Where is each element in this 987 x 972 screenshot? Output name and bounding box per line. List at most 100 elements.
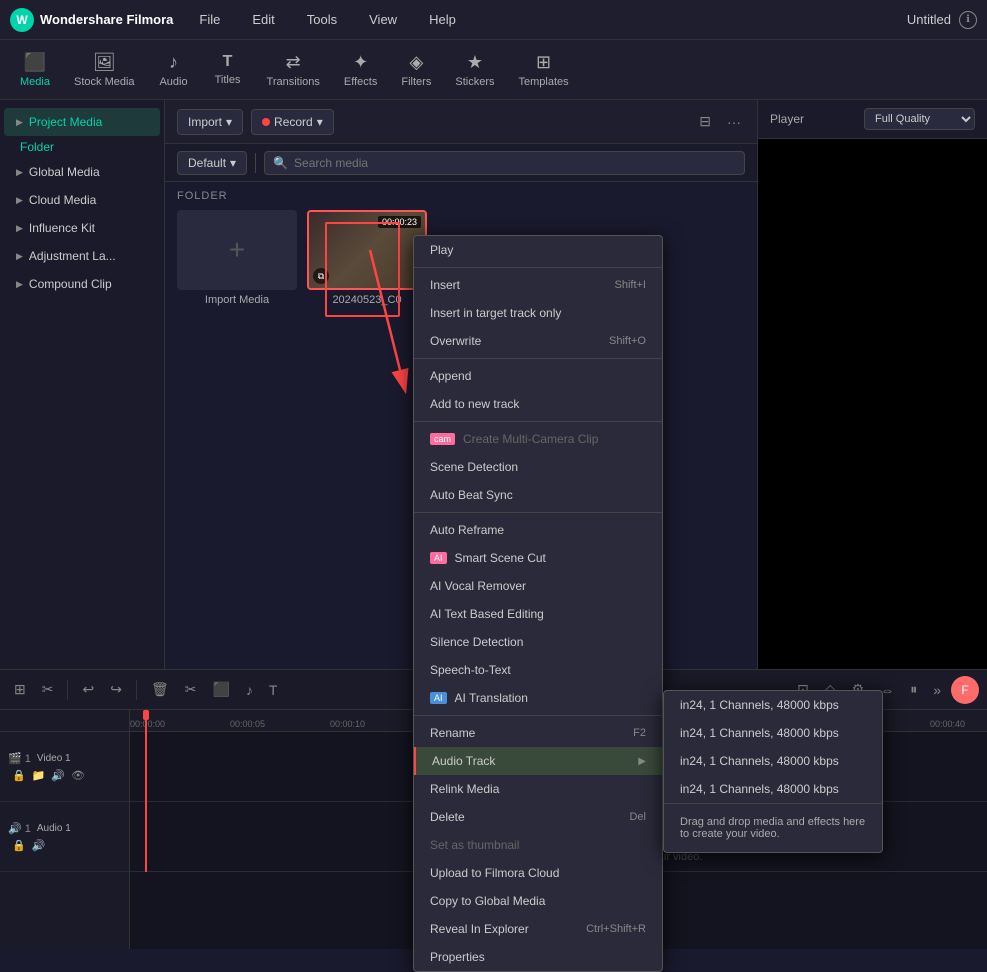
tl-crop-icon[interactable]: ⬛	[206, 677, 235, 702]
sidebar-item-compound-clip[interactable]: ▶ Compound Clip	[4, 270, 160, 298]
toolbar-stickers[interactable]: ★ Stickers	[445, 46, 504, 94]
filter-icon[interactable]: ⊟	[695, 109, 715, 134]
info-icon[interactable]: ℹ	[959, 11, 977, 29]
toolbar-titles[interactable]: T Titles	[203, 47, 253, 92]
menu-file[interactable]: File	[193, 8, 226, 31]
ctx-delete[interactable]: Delete Del	[414, 803, 662, 831]
record-button[interactable]: Record ▾	[251, 109, 334, 135]
ctx-scene-detection-label: Scene Detection	[430, 460, 518, 474]
tl-delete-icon[interactable]: 🗑	[145, 677, 175, 702]
menu-tools[interactable]: Tools	[301, 8, 343, 31]
tl-cut-icon[interactable]: ✂	[179, 677, 203, 702]
submenu-item-3[interactable]: in24, 1 Channels, 48000 kbps	[664, 775, 882, 803]
ctx-upload-cloud[interactable]: Upload to Filmora Cloud	[414, 859, 662, 887]
tl-redo-icon[interactable]: ↪	[104, 677, 128, 702]
ctx-create-multicam: cam Create Multi-Camera Clip	[414, 425, 662, 453]
sidebar-folder-item[interactable]: Folder	[0, 136, 164, 158]
more-options-icon[interactable]: ···	[723, 110, 745, 134]
tl-text-icon[interactable]: T	[263, 678, 284, 702]
audio-track-submenu: in24, 1 Channels, 48000 kbps in24, 1 Cha…	[663, 690, 883, 853]
menu-view[interactable]: View	[363, 8, 403, 31]
import-media-item[interactable]: + Import Media	[177, 210, 297, 306]
toolbar-templates[interactable]: ⊞ Templates	[508, 46, 578, 94]
toolbar-transitions[interactable]: ⇄ Transitions	[257, 46, 330, 94]
ctx-silence-detection-label: Silence Detection	[430, 635, 523, 649]
toolbar-titles-label: Titles	[215, 74, 241, 86]
ctx-ai-text-editing[interactable]: AI Text Based Editing	[414, 600, 662, 628]
sidebar-item-cloud-media[interactable]: ▶ Cloud Media	[4, 186, 160, 214]
ctx-blue-badge: AI	[430, 692, 447, 704]
sidebar-item-global-media[interactable]: ▶ Global Media	[4, 158, 160, 186]
sidebar-item-influence-kit[interactable]: ▶ Influence Kit	[4, 214, 160, 242]
ctx-append[interactable]: Append	[414, 362, 662, 390]
search-input[interactable]	[294, 156, 736, 170]
video-track-volume-icon[interactable]: 🔊	[51, 769, 65, 782]
quality-select[interactable]: Full Quality High Quality Medium Quality…	[864, 108, 975, 130]
submenu-item-1[interactable]: in24, 1 Channels, 48000 kbps	[664, 719, 882, 747]
templates-icon: ⊞	[536, 52, 551, 73]
video-track-controls: 🔒 📁 🔊 👁	[8, 769, 85, 782]
ctx-set-thumbnail-label: Set as thumbnail	[430, 838, 519, 852]
ctx-smart-scene-cut[interactable]: AI Smart Scene Cut	[414, 544, 662, 572]
ruler-40: 00:00:40	[930, 719, 965, 729]
tl-trim-icon[interactable]: ✂	[36, 677, 60, 702]
sidebar-item-adjustment-layer-label: Adjustment La...	[29, 249, 116, 263]
ctx-copy-global[interactable]: Copy to Global Media	[414, 887, 662, 915]
ctx-properties[interactable]: Properties	[414, 943, 662, 971]
sidebar-item-project-media[interactable]: ▶ Project Media	[4, 108, 160, 136]
ctx-ai-vocal-remover[interactable]: AI Vocal Remover	[414, 572, 662, 600]
ctx-silence-detection[interactable]: Silence Detection	[414, 628, 662, 656]
app-logo-icon: W	[10, 8, 34, 32]
submenu-item-0[interactable]: in24, 1 Channels, 48000 kbps	[664, 691, 882, 719]
toolbar-transitions-label: Transitions	[267, 76, 320, 88]
ctx-auto-reframe[interactable]: Auto Reframe	[414, 516, 662, 544]
toolbar-effects[interactable]: ✦ Effects	[334, 46, 387, 94]
project-name: Untitled	[907, 12, 951, 27]
audio-track-lock-icon[interactable]: 🔒	[12, 839, 26, 852]
tl-pause-icon[interactable]: ⏸	[904, 677, 923, 702]
stock-media-icon: 🖼	[93, 52, 116, 73]
transitions-icon: ⇄	[286, 52, 301, 73]
user-avatar[interactable]: F	[951, 676, 979, 704]
ctx-insert[interactable]: Insert Shift+I	[414, 271, 662, 299]
tl-more-icon[interactable]: »	[927, 678, 947, 702]
app-logo: W Wondershare Filmora	[10, 8, 173, 32]
video-track-lock-icon[interactable]: 🔒	[12, 769, 26, 782]
ctx-rename[interactable]: Rename F2	[414, 719, 662, 747]
ctx-scene-detection[interactable]: Scene Detection	[414, 453, 662, 481]
ctx-insert-target[interactable]: Insert in target track only	[414, 299, 662, 327]
import-media-thumb: +	[177, 210, 297, 290]
ctx-reveal-explorer[interactable]: Reveal In Explorer Ctrl+Shift+R	[414, 915, 662, 943]
ctx-relink-media[interactable]: Relink Media	[414, 775, 662, 803]
toolbar-media[interactable]: ⬛ Media	[10, 46, 60, 94]
record-dot-icon	[262, 118, 270, 126]
tl-audio-icon[interactable]: ♪	[240, 678, 259, 702]
toolbar-stock-media[interactable]: 🖼 Stock Media	[64, 46, 145, 94]
ctx-speech-to-text[interactable]: Speech-to-Text	[414, 656, 662, 684]
ctx-add-new-track[interactable]: Add to new track	[414, 390, 662, 418]
ctx-ai-translation-label: AI Translation	[455, 691, 528, 705]
submenu-item-2[interactable]: in24, 1 Channels, 48000 kbps	[664, 747, 882, 775]
ruler-10: 00:00:10	[330, 719, 365, 729]
tl-snap-icon[interactable]: ⊞	[8, 677, 32, 702]
menu-help[interactable]: Help	[423, 8, 462, 31]
ctx-speech-to-text-label: Speech-to-Text	[430, 663, 511, 677]
audio-track-volume-icon[interactable]: 🔊	[32, 839, 46, 852]
import-button[interactable]: Import ▾	[177, 109, 243, 135]
toolbar-audio[interactable]: ♪ Audio	[149, 46, 199, 94]
ctx-overwrite[interactable]: Overwrite Shift+O	[414, 327, 662, 355]
menu-edit[interactable]: Edit	[246, 8, 280, 31]
ctx-auto-beat-sync[interactable]: Auto Beat Sync	[414, 481, 662, 509]
ctx-ai-translation[interactable]: AI AI Translation	[414, 684, 662, 712]
ctx-audio-track[interactable]: Audio Track ▶	[414, 747, 662, 775]
video-track-folder-icon[interactable]: 📁	[32, 769, 46, 782]
media-item-video[interactable]: 00:00:23 ⧉ 20240523_C0	[307, 210, 427, 306]
toolbar-filters[interactable]: ◈ Filters	[391, 46, 441, 94]
video-track-eye-icon[interactable]: 👁	[71, 769, 85, 782]
ctx-auto-beat-sync-label: Auto Beat Sync	[430, 488, 513, 502]
sidebar-item-adjustment-layer[interactable]: ▶ Adjustment La...	[4, 242, 160, 270]
ctx-play[interactable]: Play	[414, 236, 662, 264]
tl-undo-icon[interactable]: ↩	[76, 677, 100, 702]
default-button[interactable]: Default ▾	[177, 151, 247, 175]
toolbar-stock-label: Stock Media	[74, 76, 135, 88]
